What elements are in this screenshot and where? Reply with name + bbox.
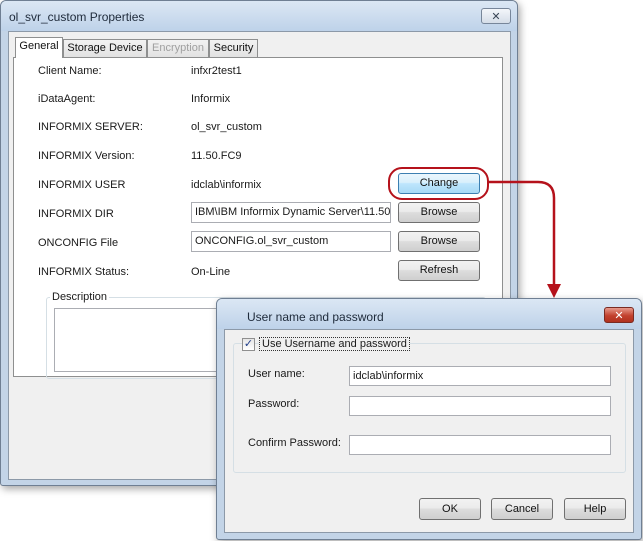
informix-version-label: INFORMIX Version: xyxy=(38,150,135,162)
help-button[interactable]: Help xyxy=(564,498,626,520)
description-textarea[interactable] xyxy=(54,308,234,372)
informix-dir-field[interactable]: IBM\IBM Informix Dynamic Server\11.50 xyxy=(191,202,391,223)
close-icon[interactable]: ✕ xyxy=(481,8,511,24)
informix-user-label: INFORMIX USER xyxy=(38,179,126,191)
tab-encryption: Encryption xyxy=(147,39,209,57)
client-name-value: infxr2test1 xyxy=(191,65,242,77)
refresh-button[interactable]: Refresh xyxy=(398,260,480,281)
idataagent-label: iDataAgent: xyxy=(38,93,96,105)
properties-titlebar[interactable]: ol_svr_custom Properties ✕ xyxy=(1,1,517,31)
username-field[interactable]: idclab\informix xyxy=(349,366,611,386)
informix-version-value: 11.50.FC9 xyxy=(191,150,242,162)
ok-button[interactable]: OK xyxy=(419,498,481,520)
dialog-titlebar[interactable]: User name and password ✕ xyxy=(217,299,641,329)
confirm-password-field[interactable] xyxy=(349,435,611,455)
password-label: Password: xyxy=(248,398,300,410)
description-label: Description xyxy=(50,291,110,303)
idataagent-value: Informix xyxy=(191,93,231,105)
client-name-label: Client Name: xyxy=(38,65,102,77)
browse-dir-button[interactable]: Browse xyxy=(398,202,480,223)
credentials-dialog: User name and password ✕ ✓ Use Username … xyxy=(216,298,642,540)
informix-status-value: On-Line xyxy=(191,266,231,278)
onconfig-file-field[interactable]: ONCONFIG.ol_svr_custom xyxy=(191,231,391,252)
tab-storage-device[interactable]: Storage Device xyxy=(63,39,147,57)
onconfig-file-label: ONCONFIG File xyxy=(38,237,119,249)
informix-server-label: INFORMIX SERVER: xyxy=(38,121,143,133)
informix-user-value: idclab\informix xyxy=(191,179,262,191)
password-field[interactable] xyxy=(349,396,611,416)
tab-security[interactable]: Security xyxy=(209,39,258,57)
use-credentials-checkbox[interactable]: ✓ xyxy=(242,338,255,351)
cancel-button[interactable]: Cancel xyxy=(491,498,553,520)
browse-onconfig-button[interactable]: Browse xyxy=(398,231,480,252)
callout-arrow-head xyxy=(547,284,561,298)
informix-dir-label: INFORMIX DIR xyxy=(38,208,114,220)
dialog-close-icon[interactable]: ✕ xyxy=(604,307,634,323)
username-label: User name: xyxy=(248,368,305,380)
use-credentials-label[interactable]: Use Username and password xyxy=(259,337,410,351)
dialog-title: User name and password xyxy=(247,310,384,324)
window-title: ol_svr_custom Properties xyxy=(9,10,145,24)
tab-general[interactable]: General xyxy=(15,37,63,58)
informix-server-value: ol_svr_custom xyxy=(191,121,262,133)
change-button-callout xyxy=(388,167,489,200)
informix-status-label: INFORMIX Status: xyxy=(38,266,130,278)
confirm-password-label: Confirm Password: xyxy=(248,437,341,449)
